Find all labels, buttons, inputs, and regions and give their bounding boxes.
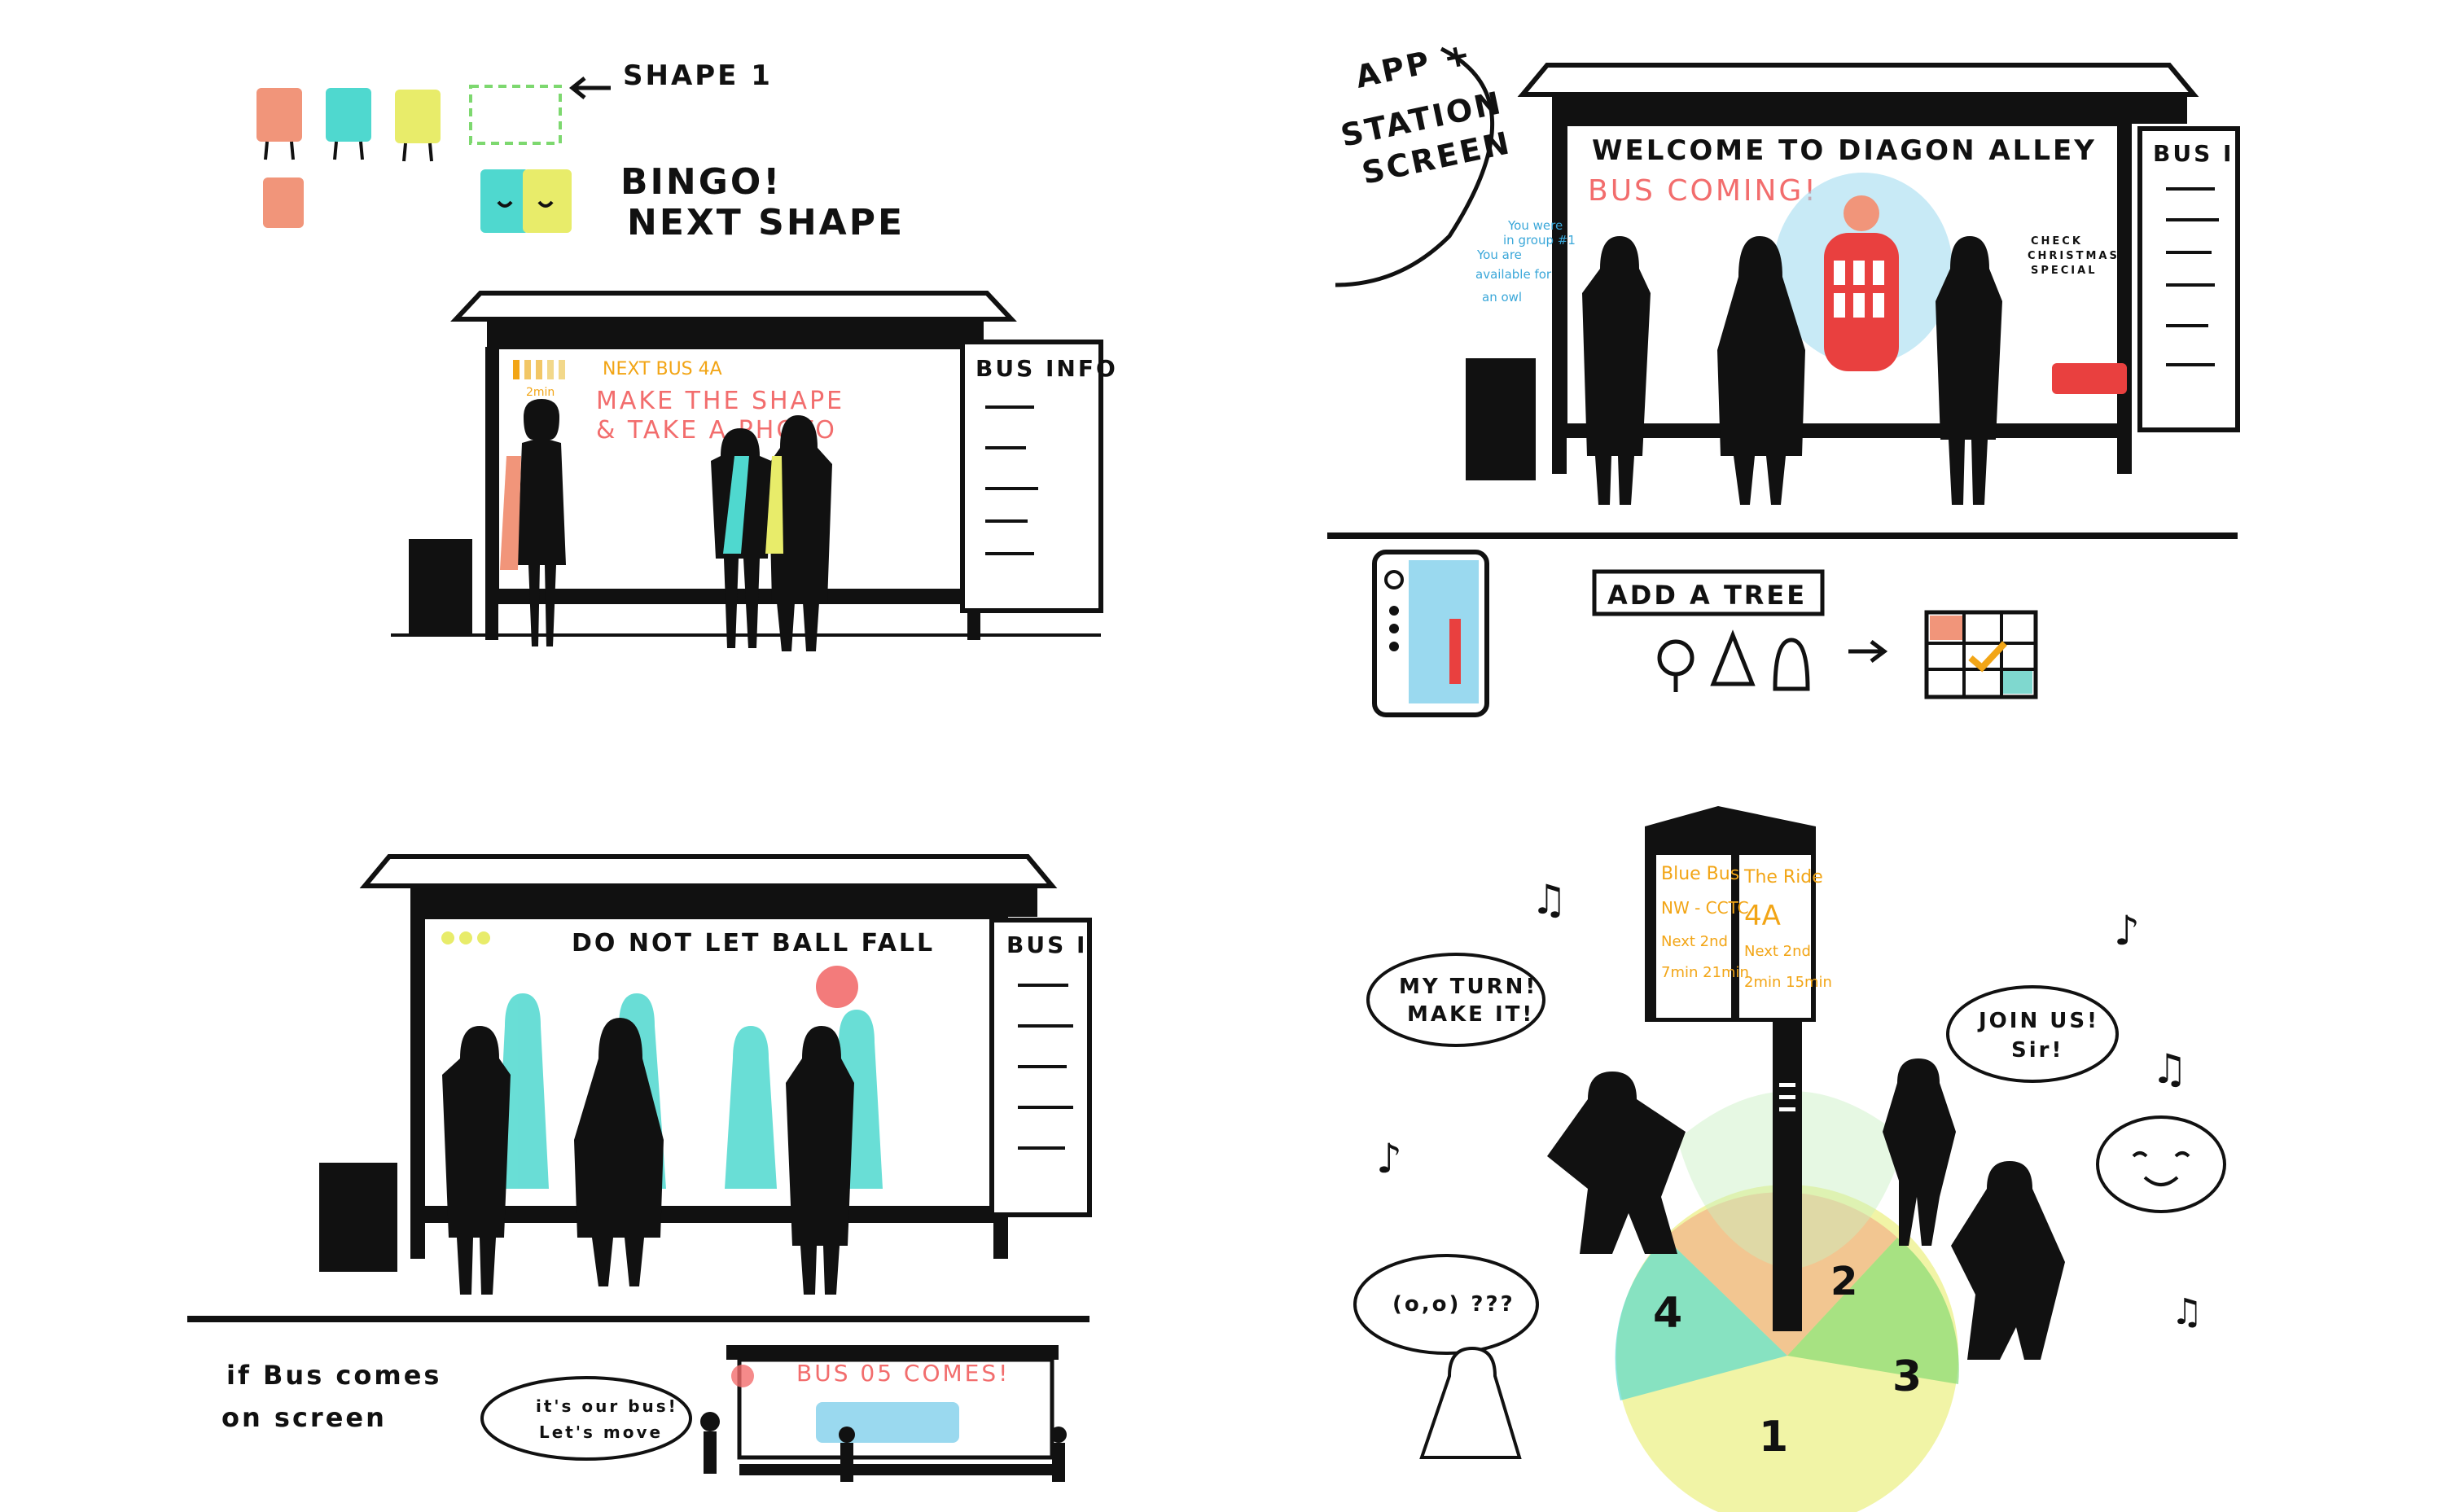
bus-illustration [816, 1402, 959, 1443]
title-line-1: APP + [1353, 36, 1475, 95]
screen-left-line-1: Blue Bus [1661, 864, 1739, 884]
welcome-banner: WELCOME TO DIAGON ALLEY [1592, 134, 2097, 167]
arrow-icon [1848, 640, 1888, 663]
music-note-icon: ♪ [1376, 1135, 1402, 1182]
check-line-3: SPECIAL [2031, 265, 2098, 277]
pine-tree-icon[interactable] [1710, 629, 1756, 686]
progress-dot [441, 931, 454, 944]
phone-mockup [1372, 550, 1489, 717]
screen-right-line-4: 2min 15min [1744, 974, 1832, 991]
bubble-right-line-2: Sir! [2011, 1038, 2063, 1063]
bubble-bottom-text: (o,o) ??? [1392, 1292, 1515, 1317]
info-board [2137, 126, 2240, 432]
tile-grid [1924, 610, 2038, 699]
progress-dot [459, 931, 472, 944]
zone-number-1: 1 [1759, 1413, 1791, 1462]
zone-number-3: 3 [1892, 1352, 1924, 1401]
music-note-icon: ♫ [1531, 876, 1567, 923]
music-note-icon: ♪ [2114, 907, 2140, 954]
screen-left-line-4: 7min 21min [1661, 964, 1749, 981]
check-line-1: CHECK [2031, 235, 2083, 248]
salmon-block-character [256, 88, 302, 142]
speech-bubble [480, 1376, 692, 1461]
panel-totem-game: Blue Bus NW - CCTC Next 2nd 7min 21min T… [1353, 806, 2226, 1512]
teal-block-character [326, 88, 371, 142]
storyboard-canvas: SHAPE 1 BINGO! NEXT SHAPE NEXT BUS 4A 2m… [187, 36, 2240, 1512]
bus-coming-label: BUS COMING! [1588, 174, 1818, 208]
bus-info-label: BUS INFO [975, 355, 1118, 382]
trash-bin [1466, 358, 1536, 480]
screen-right-line-1: The Ride [1743, 867, 1823, 887]
bubble-line-2: Let's move [539, 1422, 663, 1442]
shape-label: SHAPE 1 [623, 59, 773, 92]
add-tree-label: ADD A TREE [1607, 580, 1807, 611]
bubble-left-line-1: MY TURN! [1399, 975, 1537, 999]
willow-tree-icon[interactable] [1773, 638, 1810, 691]
yellow-block-character [395, 90, 441, 143]
trash-bin [319, 1163, 397, 1272]
arrow-icon [568, 77, 611, 99]
note-line-5: an owl [1482, 290, 1522, 305]
check-line-2: CHRISTMAS [2028, 250, 2120, 262]
zone-number-4: 4 [1653, 1289, 1685, 1338]
smiley-bubble [2096, 1115, 2226, 1213]
note-line-4: available for [1475, 267, 1552, 282]
caption-line-1: if Bus comes [226, 1360, 441, 1391]
screen-right-line-3: Next 2nd [1744, 943, 1811, 960]
panel-app-station-screen: APP + STATION SCREEN WELCOME TO DIAGON A… [1327, 36, 2240, 717]
info-board [960, 340, 1103, 613]
red-ball[interactable] [816, 966, 858, 1008]
bus-info-label: BUS I [1006, 931, 1087, 958]
note-line-1: You were [1507, 218, 1563, 233]
note-line-2: in group #1 [1503, 233, 1576, 248]
screen-right-line-2: 4A [1744, 900, 1781, 932]
screen-left-line-3: Next 2nd [1661, 933, 1728, 950]
salmon-happy-character [263, 177, 304, 228]
next-shape-text: NEXT SHAPE [627, 202, 905, 243]
timer-label: 2min [526, 386, 555, 399]
character-head-illustration [1844, 195, 1879, 231]
game-instruction: DO NOT LET BALL FALL [572, 929, 935, 958]
music-note-icon: ♫ [2171, 1291, 2203, 1333]
shape-target-outline [469, 85, 562, 145]
bingo-text: BINGO! [620, 161, 782, 203]
zone-number-2: 2 [1830, 1259, 1860, 1304]
yellow-happy-character [523, 169, 572, 233]
tree-icon[interactable] [1657, 639, 1694, 692]
speech-bubble-left [1366, 953, 1545, 1047]
speech-bubble-right [1946, 985, 2119, 1083]
panel-shape-game: SHAPE 1 BINGO! NEXT SHAPE NEXT BUS 4A 2m… [256, 59, 1118, 651]
music-note-icon: ♫ [2151, 1045, 2188, 1093]
note-line-3: You are [1476, 248, 1522, 262]
panel-ball-game: DO NOT LET BALL FALL BUS I if Bus comes … [187, 854, 1092, 1482]
bubble-right-line-1: JOIN US! [1977, 1009, 2099, 1033]
red-suitcase [2052, 363, 2127, 394]
caption-line-2: on screen [221, 1402, 387, 1433]
trash-bin [409, 539, 472, 637]
teal-happy-character [480, 169, 529, 233]
bus-info-label: BUS I [2153, 140, 2234, 167]
bubble-line-1: it's our bus! [536, 1396, 678, 1416]
next-bus-label: NEXT BUS 4A [603, 359, 722, 379]
bus-comes-label: BUS 05 COMES! [796, 1360, 1010, 1387]
screen-left-line-2: NW - CCTC [1661, 898, 1749, 918]
progress-dot [477, 931, 490, 944]
bubble-left-line-2: MAKE IT! [1407, 1002, 1534, 1027]
shape-characters [256, 85, 572, 233]
instruction-line-1: MAKE THE SHAPE [596, 387, 844, 415]
